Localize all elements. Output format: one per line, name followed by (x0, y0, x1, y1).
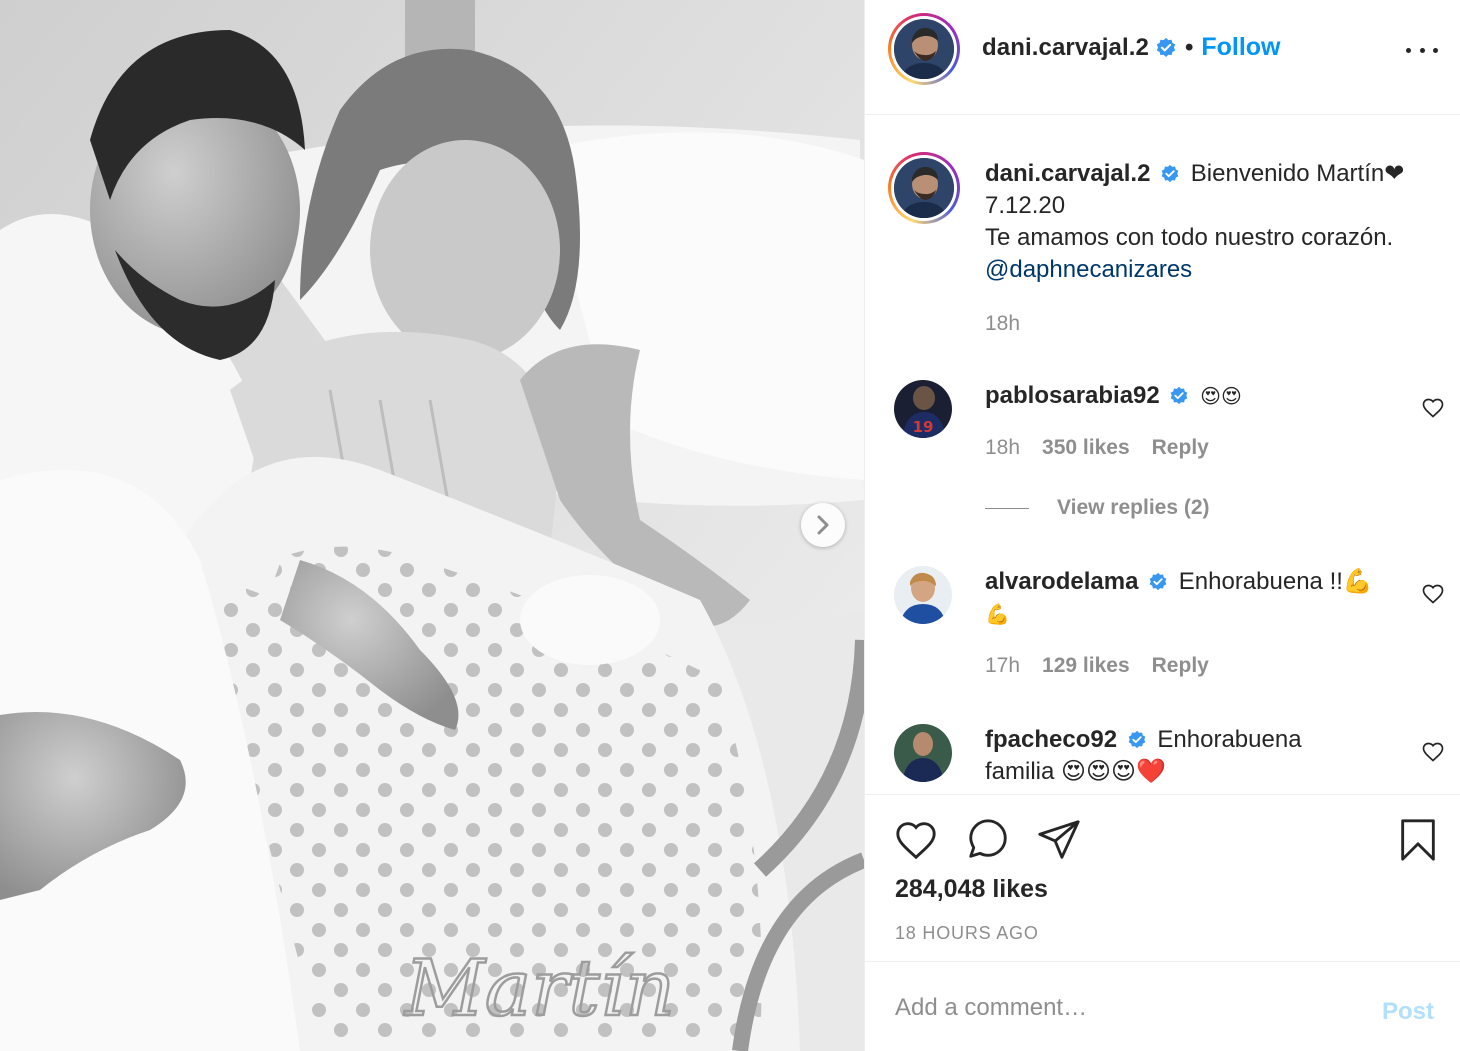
comment-body: Enhorabuena (1157, 726, 1302, 753)
verified-badge-icon (1171, 386, 1188, 405)
author-username[interactable]: dani.carvajal.2 (982, 34, 1149, 62)
post-details-panel: dani.carvajal.2 • Follow dani.carvajal.2… (864, 0, 1460, 1051)
caption-meta: 18h (985, 312, 1020, 336)
caption-line-1: Bienvenido Martín❤ (1190, 160, 1405, 187)
verified-badge-icon (1161, 164, 1179, 183)
comment-timestamp[interactable]: 17h (985, 654, 1020, 678)
author-avatar[interactable] (888, 13, 960, 85)
comment-like-heart-icon[interactable] (1421, 582, 1445, 606)
comment-text: fpacheco92 Enhorabuena familia 😍😍😍❤️ (985, 724, 1435, 788)
comment-username[interactable]: alvarodelama (985, 568, 1138, 595)
chevron-right-icon (817, 515, 829, 535)
view-replies-line (985, 507, 1029, 509)
verified-badge-icon (1149, 572, 1167, 591)
comment-text: alvarodelama Enhorabuena !!💪 💪 (985, 566, 1435, 630)
post-header: dani.carvajal.2 • Follow (865, 0, 1460, 115)
caption-text: dani.carvajal.2 Bienvenido Martín❤ 7.12.… (985, 158, 1435, 286)
comment-body: 😍😍 (1200, 384, 1242, 408)
author-avatar-image (894, 19, 954, 79)
add-comment-bar: Post (865, 962, 1460, 1051)
caption-timestamp[interactable]: 18h (985, 312, 1020, 336)
comment-likes[interactable]: 350 likes (1042, 436, 1130, 460)
comment-body-wrap: 💪 (985, 602, 1010, 626)
comment-likes[interactable]: 129 likes (1042, 654, 1130, 678)
comment-input[interactable] (895, 994, 1355, 1022)
caption-username[interactable]: dani.carvajal.2 (985, 160, 1150, 187)
comment-body: Enhorabuena !!💪 (1178, 568, 1373, 595)
comment-meta: 17h 129 likes Reply (985, 654, 1209, 678)
comment-meta: 18h 350 likes Reply (985, 436, 1209, 460)
comment-like-heart-icon[interactable] (1421, 740, 1445, 764)
post-comment-button[interactable]: Post (1382, 998, 1434, 1026)
bookmark-icon[interactable] (1395, 817, 1441, 863)
comments-list[interactable]: dani.carvajal.2 Bienvenido Martín❤ 7.12.… (865, 116, 1460, 794)
commenter-avatar-image (894, 566, 952, 624)
commenter-avatar-image: 19 (894, 380, 952, 438)
post-photo[interactable]: Martín (0, 0, 864, 1051)
commenter-avatar[interactable]: 19 (894, 380, 952, 438)
comment-text: pablosarabia92 😍😍 (985, 380, 1435, 412)
heart-icon[interactable] (893, 817, 939, 863)
svg-text:19: 19 (913, 418, 934, 436)
likes-count[interactable]: 284,048 likes (895, 875, 1048, 904)
post-timestamp[interactable]: 18 HOURS AGO (895, 923, 1039, 944)
caption-author-avatar[interactable] (888, 152, 960, 224)
comment-timestamp[interactable]: 18h (985, 436, 1020, 460)
comment-username[interactable]: fpacheco92 (985, 726, 1117, 753)
carousel-next-button[interactable] (801, 503, 845, 547)
caption-mention-link[interactable]: @daphnecanizares (985, 254, 1435, 286)
more-options-icon[interactable] (1406, 38, 1438, 62)
post-actions: 284,048 likes 18 HOURS AGO (865, 794, 1460, 962)
commenter-avatar[interactable] (894, 724, 952, 782)
photo-embroidered-name: Martín (403, 944, 675, 1034)
commenter-avatar[interactable] (894, 566, 952, 624)
comment-like-heart-icon[interactable] (1421, 396, 1445, 420)
header-separator: • (1184, 33, 1194, 61)
verified-badge-icon (1156, 37, 1176, 57)
paper-plane-icon[interactable] (1036, 817, 1082, 863)
comment-reply-button[interactable]: Reply (1152, 436, 1209, 460)
caption-line-2: 7.12.20 (985, 192, 1066, 219)
view-replies-button[interactable]: View replies (2) (985, 496, 1210, 520)
comment-username[interactable]: pablosarabia92 (985, 382, 1160, 409)
view-replies-label: View replies (2) (1057, 496, 1210, 519)
commenter-avatar-image (894, 724, 952, 782)
comment-reply-button[interactable]: Reply (1152, 654, 1209, 678)
photo-image: Martín (0, 0, 864, 1051)
comment-bubble-icon[interactable] (965, 817, 1011, 863)
caption-line-3: Te amamos con todo nuestro corazón. (985, 224, 1394, 251)
verified-badge-icon (1128, 730, 1146, 749)
comment-body-wrap: familia 😍😍😍❤️ (985, 758, 1166, 785)
caption-avatar-image (894, 158, 954, 218)
follow-button[interactable]: Follow (1201, 33, 1280, 62)
